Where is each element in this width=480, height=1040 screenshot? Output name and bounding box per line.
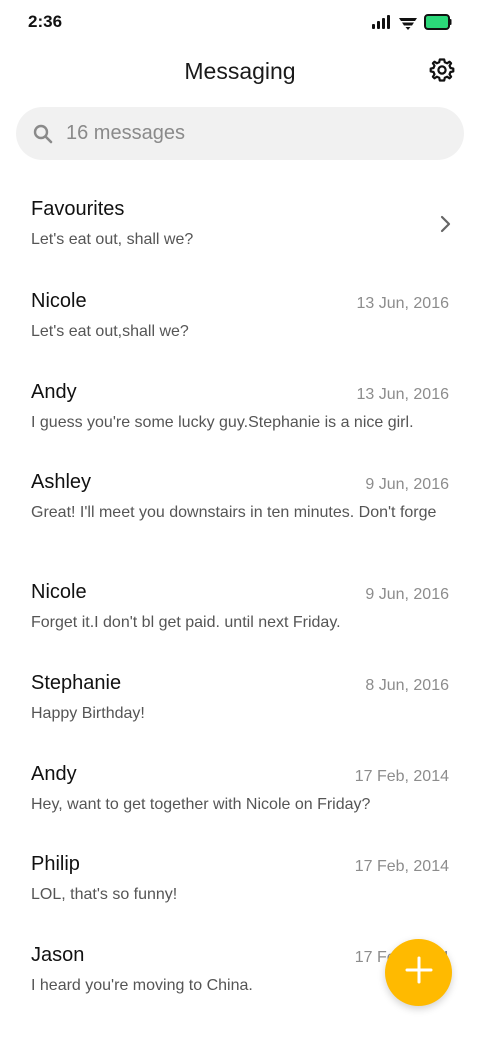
message-preview: Let's eat out,shall we?	[31, 323, 189, 340]
status-icons	[372, 12, 452, 32]
contact-name: Andy	[31, 380, 77, 403]
search-bar[interactable]	[16, 107, 464, 160]
contact-name: Nicole	[31, 581, 87, 604]
message-preview: Great! I'll meet you downstairs in ten m…	[31, 504, 437, 522]
list-item[interactable]: Ashley 9 Jun, 2016 Great! I'll meet you …	[0, 453, 480, 563]
wifi-icon	[398, 14, 418, 30]
status-bar: 2:36	[0, 0, 480, 44]
plus-icon	[404, 955, 434, 990]
new-message-button[interactable]	[385, 939, 452, 1006]
list-item[interactable]: Stephanie 8 Jun, 2016 Happy Birthday!	[0, 654, 480, 745]
message-preview: I heard you're moving to China.	[31, 977, 253, 995]
conversation-list: Favourites Let's eat out, shall we? Nico…	[0, 180, 480, 1017]
header: Messaging	[0, 48, 480, 96]
chevron-right-icon	[438, 214, 452, 234]
status-time: 2:36	[28, 12, 63, 31]
favourites-title: Favourites	[31, 198, 125, 220]
list-item[interactable]: Andy 17 Feb, 2014 Hey, want to get toget…	[0, 745, 480, 836]
message-date: 17 Feb, 2014	[354, 858, 449, 876]
list-item[interactable]: Nicole 13 Jun, 2016 Let's eat out,shall …	[0, 272, 480, 363]
page-title: Messaging	[184, 58, 296, 84]
favourites-item[interactable]: Favourites Let's eat out, shall we?	[0, 180, 480, 272]
contact-name: Ashley	[31, 471, 92, 494]
gear-icon	[429, 57, 455, 88]
message-date: 17 Feb, 2014	[354, 767, 449, 785]
message-preview: Forget it.I don't bl get paid. until nex…	[31, 614, 341, 632]
messaging-screen: 2:36 Messaging 16 messages Favourites Le…	[0, 0, 480, 1040]
list-item[interactable]: Nicole 9 Jun, 2016 Forget it.I don't bl …	[0, 563, 480, 654]
battery-icon	[424, 14, 452, 30]
favourites-preview: Let's eat out, shall we?	[31, 231, 194, 248]
contact-name: Stephanie	[31, 672, 122, 695]
search-input[interactable]	[66, 107, 446, 160]
search-icon	[32, 123, 54, 145]
signal-icon	[372, 15, 392, 29]
message-date: 13 Jun, 2016	[356, 385, 449, 403]
contact-name: Andy	[31, 762, 77, 785]
settings-button[interactable]	[426, 56, 458, 88]
message-preview: LOL, that's so funny!	[31, 886, 178, 904]
list-item[interactable]: Andy 13 Jun, 2016 I guess you're some lu…	[0, 363, 480, 454]
contact-name: Philip	[31, 853, 80, 876]
message-date: 9 Jun, 2016	[365, 476, 449, 494]
message-preview: I guess you're some lucky guy.Stephanie …	[31, 413, 414, 431]
contact-name: Jason	[31, 944, 85, 967]
contact-name: Nicole	[31, 290, 87, 312]
message-date: 9 Jun, 2016	[365, 586, 449, 604]
list-item[interactable]: Philip 17 Feb, 2014 LOL, that's so funny…	[0, 835, 480, 926]
message-preview: Hey, want to get together with Nicole on…	[31, 795, 371, 813]
message-date: 13 Jun, 2016	[356, 295, 449, 312]
message-date: 8 Jun, 2016	[365, 677, 449, 695]
message-preview: Happy Birthday!	[31, 705, 145, 723]
